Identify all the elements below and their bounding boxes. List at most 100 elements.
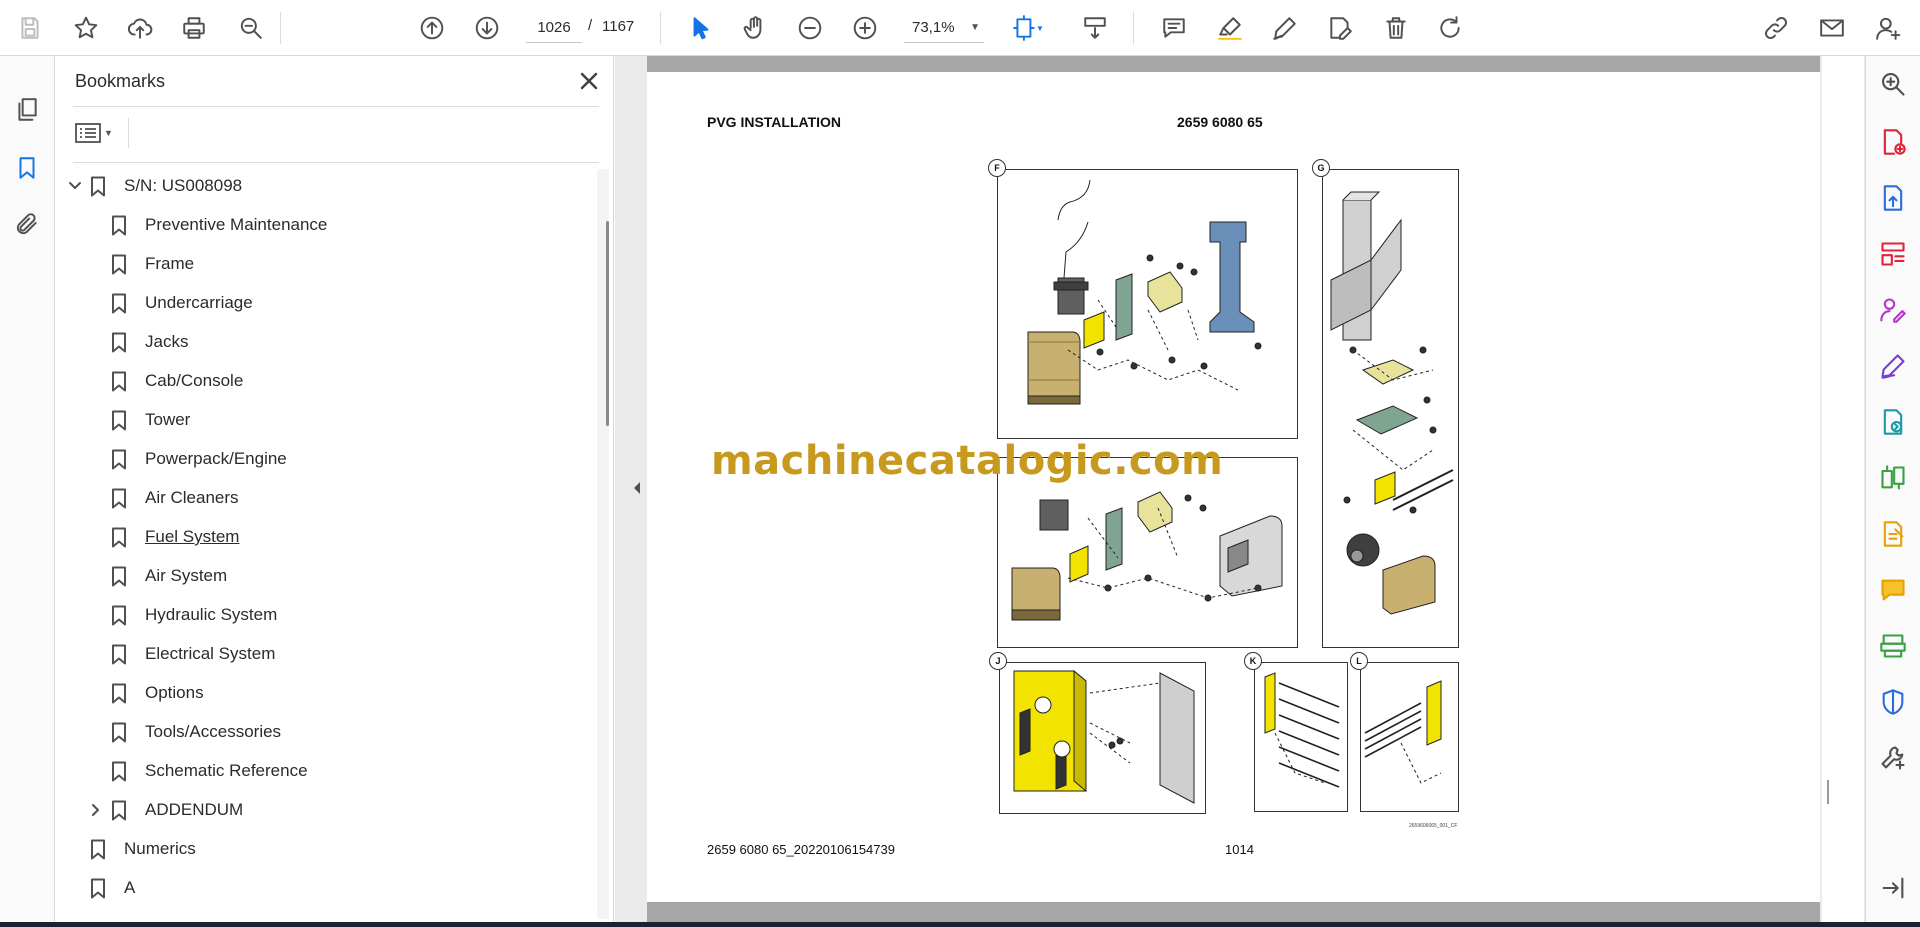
fill-sign-icon[interactable] (1875, 348, 1911, 384)
bookmark-item[interactable]: Preventive Maintenance (87, 208, 327, 242)
more-tools-icon[interactable] (1875, 740, 1911, 776)
protect-icon[interactable] (1875, 684, 1911, 720)
exploded-view-i (1011, 491, 1283, 621)
bookmark-icon (111, 448, 129, 470)
bookmark-item[interactable]: Hydraulic System (87, 598, 277, 632)
request-signatures-icon[interactable] (1875, 292, 1911, 328)
bookmark-item[interactable]: Air Cleaners (87, 481, 239, 515)
share-link-icon[interactable] (1758, 10, 1794, 46)
save-icon[interactable] (12, 10, 48, 46)
bookmark-item[interactable]: Schematic Reference (87, 754, 308, 788)
pages-icon[interactable] (9, 92, 45, 128)
organize-pages-icon[interactable] (1875, 236, 1911, 272)
bookmark-item[interactable]: ADDENDUM (87, 793, 243, 827)
draw-icon[interactable] (1267, 10, 1303, 46)
page-number-input[interactable] (526, 13, 582, 43)
bookmark-icon (111, 682, 129, 704)
bookmark-label: Air Cleaners (145, 488, 239, 507)
figure-tag-g: G (1312, 159, 1330, 177)
edit-pdf-icon[interactable] (1875, 516, 1911, 552)
bookmark-label: ADDENDUM (145, 800, 244, 819)
divider (73, 106, 599, 107)
bookmark-item[interactable]: Cab/Console (87, 364, 243, 398)
bookmark-item[interactable]: A (66, 871, 135, 905)
os-taskbar-edge (0, 922, 1920, 927)
bookmark-icon (111, 604, 129, 626)
figure-i-drawing (997, 457, 1298, 648)
document-footer-id: 2659 6080 65_20220106154739 (707, 842, 895, 857)
chevron-right-icon[interactable] (87, 801, 105, 819)
bookmark-tree: S/N: US008098 Preventive Maintenance Frame… (56, 169, 596, 919)
export-pdf-icon[interactable] (1875, 180, 1911, 216)
upload-icon[interactable] (122, 10, 158, 46)
figure-f-drawing (997, 169, 1298, 439)
star-icon[interactable] (68, 10, 104, 46)
document-scrollbar-thumb[interactable] (1827, 780, 1829, 804)
hand-icon[interactable] (737, 10, 773, 46)
bookmark-icon (111, 370, 129, 392)
page-up-icon[interactable] (414, 10, 450, 46)
fit-page-icon[interactable]: ▼ (1010, 10, 1046, 46)
rotate-icon[interactable] (1432, 10, 1468, 46)
bookmark-icon (111, 253, 129, 275)
comment-icon[interactable] (1156, 10, 1192, 46)
bookmark-label: A (124, 878, 136, 897)
print-icon[interactable] (176, 10, 212, 46)
chevron-down-icon[interactable] (66, 177, 84, 195)
compare-files-icon[interactable] (1875, 460, 1911, 496)
bookmark-icon (111, 331, 129, 353)
bookmark-item[interactable]: Frame (87, 247, 194, 281)
bookmark-item[interactable]: Tower (87, 403, 190, 437)
delete-icon[interactable] (1378, 10, 1414, 46)
bookmark-item[interactable]: Electrical System (87, 637, 275, 671)
bookmark-icon (90, 175, 108, 197)
bookmark-item[interactable]: Tools/Accessories (87, 715, 281, 749)
zoom-tool-icon[interactable] (1875, 66, 1911, 102)
bookmark-item[interactable]: Jacks (87, 325, 188, 359)
zoom-dropdown[interactable]: 73,1% ▼ (904, 13, 984, 43)
exploded-view-j (1013, 669, 1195, 804)
zoom-search-icon[interactable] (233, 10, 269, 46)
bookmark-icon[interactable] (9, 150, 45, 186)
convert-pdf-icon[interactable] (1875, 404, 1911, 440)
document-title: PVG INSTALLATION (707, 114, 842, 130)
exploded-view-f (1027, 179, 1262, 405)
email-icon[interactable] (1814, 10, 1850, 46)
highlight-icon[interactable] (1212, 10, 1248, 46)
zoom-out-icon[interactable] (792, 10, 828, 46)
bookmark-item[interactable]: Options (87, 676, 204, 710)
bookmark-item[interactable]: Fuel System (87, 520, 239, 554)
bookmark-item[interactable]: Powerpack/Engine (87, 442, 287, 476)
page-down-icon[interactable] (469, 10, 505, 46)
bookmark-label: Undercarriage (145, 293, 253, 312)
bookmark-icon (111, 526, 129, 548)
bookmark-item[interactable]: Numerics (66, 832, 196, 866)
panel-title: Bookmarks (75, 71, 166, 91)
edit-text-icon[interactable] (1322, 10, 1358, 46)
bookmark-item[interactable]: Undercarriage (87, 286, 253, 320)
bookmark-item[interactable]: S/N: US008098 (66, 169, 242, 203)
bookmark-scrollbar-thumb[interactable] (606, 221, 609, 426)
bookmark-label: Options (145, 683, 204, 702)
bookmark-options-button[interactable]: ▼ (74, 118, 120, 148)
attachment-icon[interactable] (9, 206, 45, 242)
account-icon[interactable] (1870, 10, 1906, 46)
document-part-number: 2659 6080 65 (1177, 114, 1263, 130)
scan-ocr-icon[interactable] (1875, 628, 1911, 664)
close-icon[interactable] (574, 66, 604, 96)
select-cursor-icon[interactable] (683, 10, 719, 46)
collapse-left-panel-icon[interactable] (630, 476, 644, 500)
create-pdf-icon[interactable] (1875, 124, 1911, 160)
zoom-in-icon[interactable] (847, 10, 883, 46)
collapse-pane-icon[interactable] (1875, 870, 1911, 906)
bookmark-label: Cab/Console (145, 371, 244, 390)
comment-tool-icon[interactable] (1875, 572, 1911, 608)
scroll-mode-icon[interactable] (1077, 10, 1113, 46)
figure-l-drawing (1360, 662, 1459, 812)
bookmark-item[interactable]: Air System (87, 559, 227, 593)
